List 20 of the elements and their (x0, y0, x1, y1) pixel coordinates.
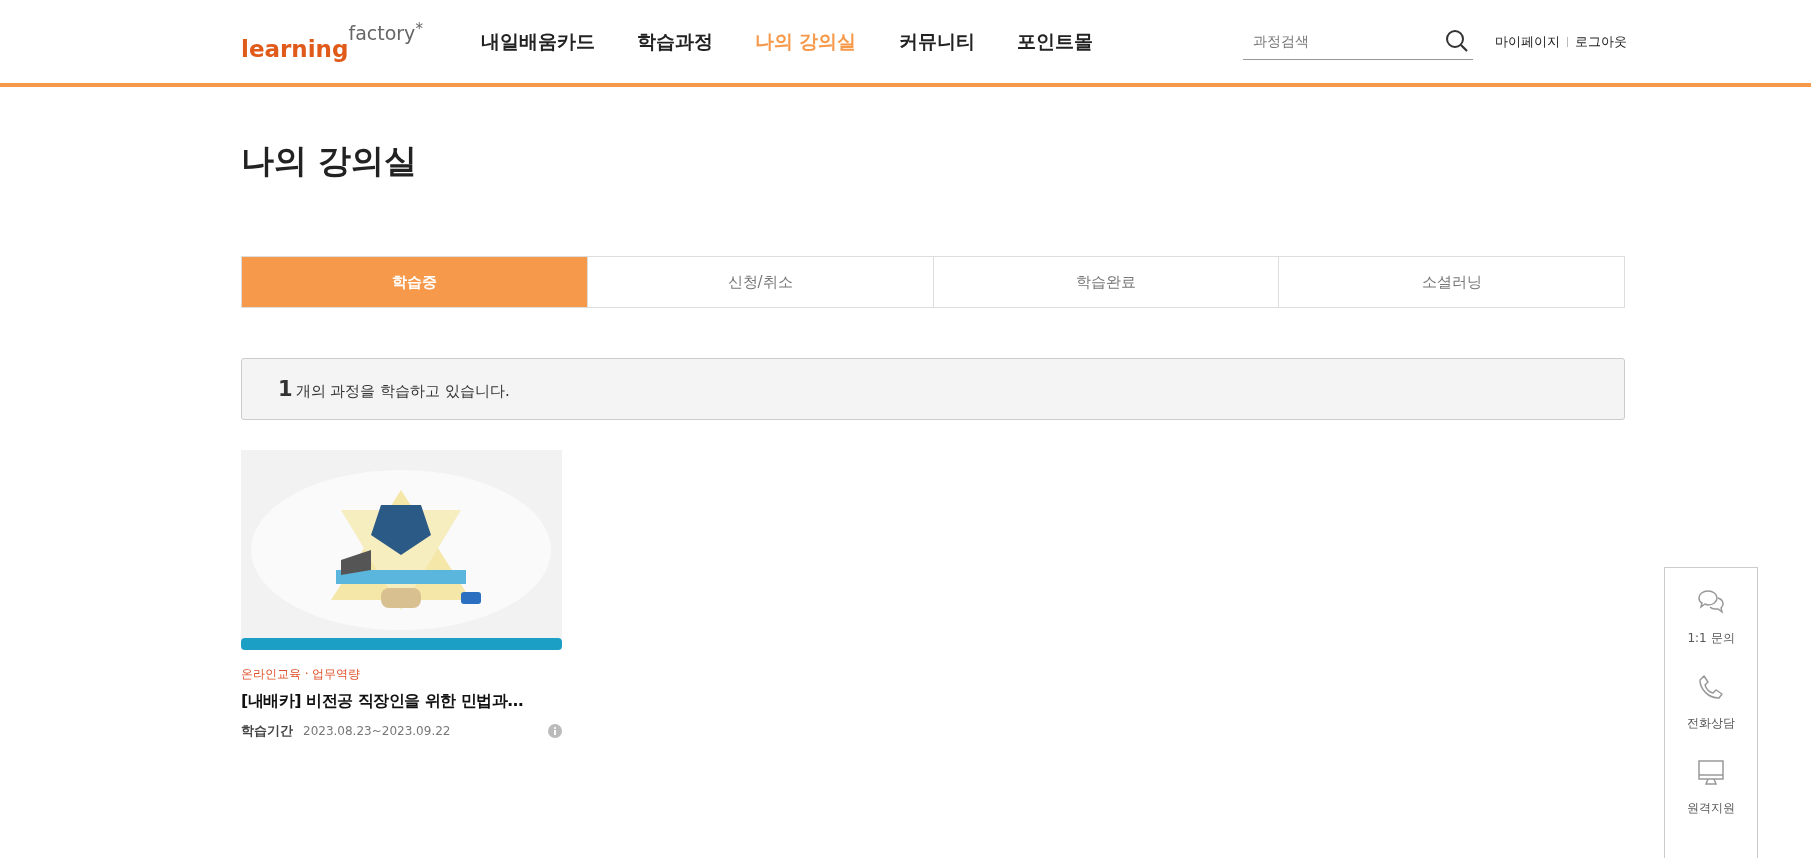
nav-link[interactable]: 학습과정 (636, 28, 713, 55)
search-field[interactable]: 과정검색 (1243, 33, 1441, 49)
quick-menu-item[interactable]: 전화상담 (1687, 673, 1735, 732)
nav-link[interactable]: 내일배움카드 (480, 28, 595, 55)
nav-link[interactable]: 커뮤니티 (898, 28, 975, 55)
monitor-icon (1696, 758, 1726, 786)
header-link[interactable]: 마이페이지 (1495, 32, 1560, 51)
course-category: 온라인교육 · 업무역량 (241, 666, 362, 683)
course-title[interactable]: [내배카] 비전공 직장인을 위한 민법과… (241, 691, 562, 712)
period-label: 학습기간 (241, 722, 293, 740)
nav-link[interactable]: 포인트몰 (1016, 28, 1093, 55)
quick-menu-item[interactable]: 1:1 문의 (1687, 588, 1735, 647)
phone-icon (1696, 673, 1726, 701)
summary-text: 1 개의 과정을 학습하고 있습니다. (278, 377, 510, 401)
period-dates: 2023.08.23~2023.09.22 (303, 724, 452, 738)
search-icon[interactable] (1445, 29, 1469, 53)
header-link[interactable]: 로그아웃 (1575, 32, 1627, 51)
chat-icon (1696, 588, 1726, 616)
quick-menu-item[interactable]: 원격지원 (1687, 758, 1735, 817)
page-title: 나의 강의실 (241, 140, 419, 182)
